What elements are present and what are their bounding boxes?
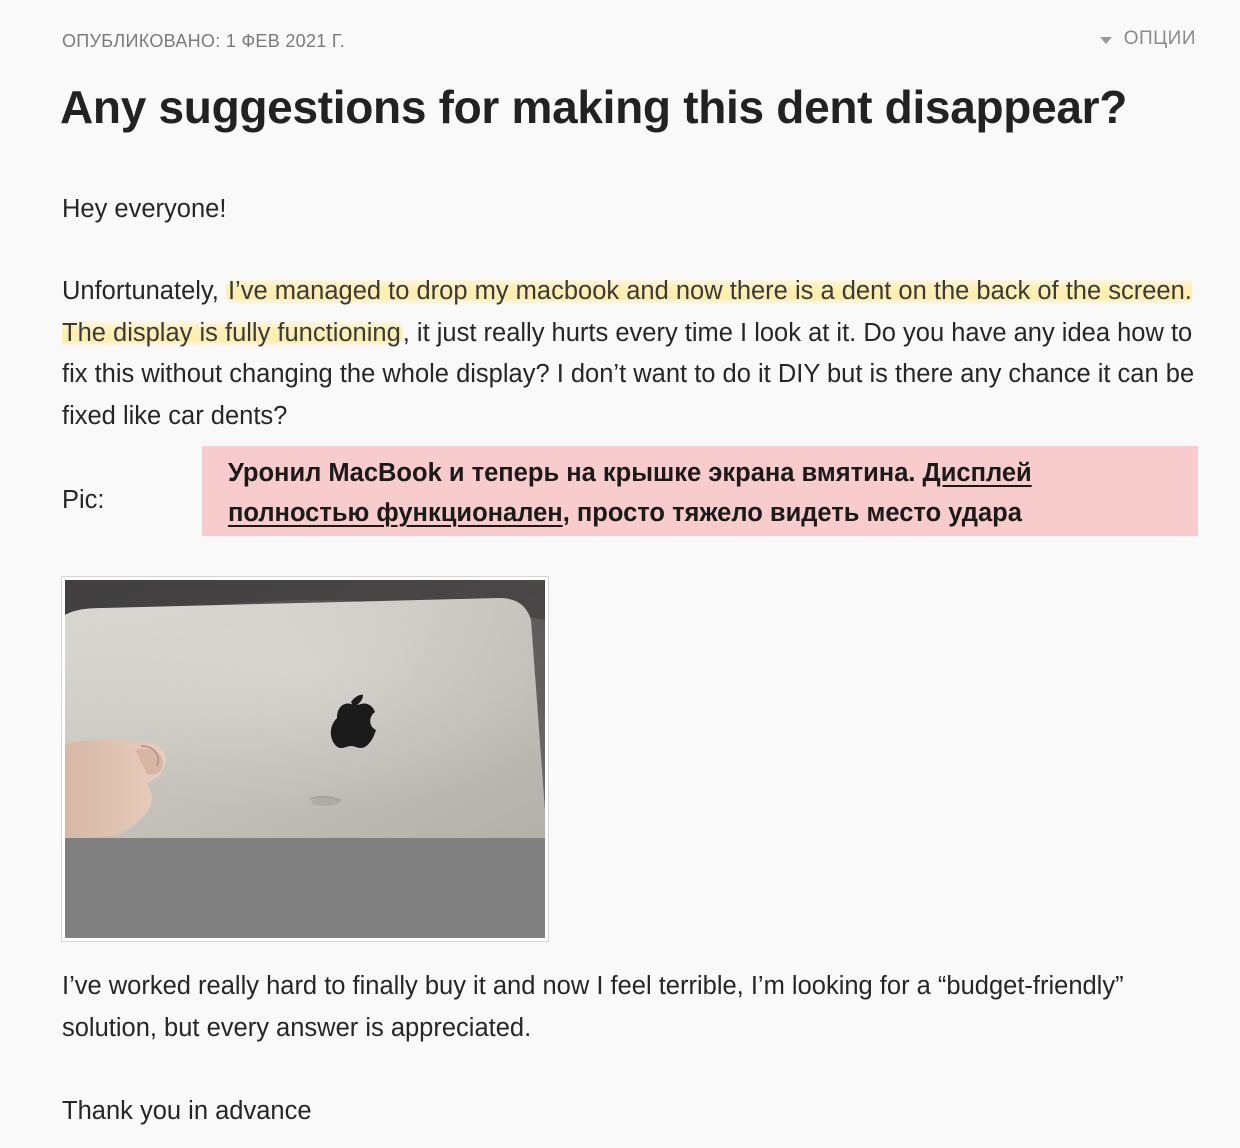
annotation-separator: . bbox=[908, 459, 923, 487]
caret-down-icon bbox=[1099, 36, 1112, 44]
body-intro: Unfortunately, bbox=[62, 277, 226, 305]
annotation-text: Уронил MacBook и теперь на крышке экрана… bbox=[228, 459, 909, 487]
translation-annotation: Уронил MacBook и теперь на крышке экрана… bbox=[202, 446, 1198, 536]
macbook-photo bbox=[65, 580, 545, 938]
post-title: Any suggestions for making this dent dis… bbox=[60, 81, 1128, 133]
post-closing: I’ve worked really hard to finally buy i… bbox=[62, 972, 1124, 1042]
post-greeting: Hey everyone! bbox=[62, 195, 227, 223]
post-signoff: Thank you in advance bbox=[62, 1097, 312, 1125]
options-menu-button[interactable]: ОПЦИИ bbox=[1099, 28, 1196, 50]
post-image[interactable] bbox=[61, 576, 549, 942]
options-label: ОПЦИИ bbox=[1123, 28, 1196, 49]
post-body: Unfortunately, I’ve managed to drop my m… bbox=[62, 271, 1222, 437]
annotation-text-end: , просто тяжело видеть место удара bbox=[562, 499, 1022, 527]
post-date: ОПУБЛИКОВАНО: 1 ФЕВ 2021 Г. bbox=[62, 31, 346, 51]
